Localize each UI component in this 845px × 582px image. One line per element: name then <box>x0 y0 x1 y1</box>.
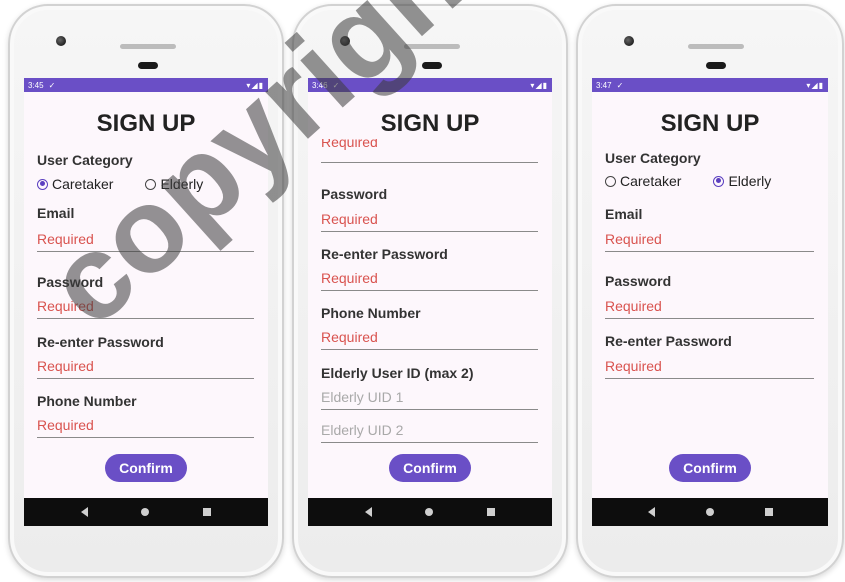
top-speaker <box>120 44 176 49</box>
reenter-password-label: Re-enter Password <box>321 246 448 262</box>
download-done-icon: ✓ <box>332 80 340 90</box>
user-category-label: User Category <box>37 152 133 168</box>
page-title: SIGN UP <box>96 110 196 137</box>
phone-number-field[interactable]: Required <box>37 414 254 438</box>
radio-elderly-label: Elderly <box>160 176 204 192</box>
signup-form: SIGN UP Required Password Required Re-en… <box>308 92 552 498</box>
confirm-button[interactable]: Confirm <box>389 454 471 482</box>
download-done-icon: ✓ <box>616 80 624 90</box>
email-required-text: Required <box>321 139 378 150</box>
signup-form: SIGN UP User Category Caretaker Elderly … <box>24 92 268 498</box>
page-title: SIGN UP <box>380 110 480 137</box>
recents-icon[interactable] <box>487 508 496 516</box>
phone-elderly-signup: 3:47 ✓ ▾◢▮ SIGN UP User Category Caretak… <box>576 4 844 578</box>
recents-icon[interactable] <box>764 508 773 516</box>
home-icon[interactable] <box>425 508 434 516</box>
password-label: Password <box>37 274 104 290</box>
radio-caretaker-label: Caretaker <box>52 176 114 192</box>
android-nav-bar <box>24 498 268 526</box>
reenter-password-label: Re-enter Password <box>37 334 164 350</box>
signup-form: SIGN UP User Category Caretaker Elderly … <box>592 92 828 498</box>
phone-number-field[interactable]: Required <box>321 326 538 350</box>
radio-checked-icon <box>713 175 725 187</box>
wifi-signal-battery-icon: ▾◢▮ <box>530 80 548 90</box>
earpiece <box>706 62 726 69</box>
radio-unchecked-icon <box>605 175 616 187</box>
status-time: 3:47 <box>596 80 612 90</box>
phone-number-label: Phone Number <box>37 393 137 409</box>
screen: 3:47 ✓ ▾◢▮ SIGN UP User Category Caretak… <box>592 78 828 526</box>
home-icon[interactable] <box>705 508 714 516</box>
radio-checked-icon <box>37 178 48 190</box>
user-category-radio-group: Caretaker Elderly <box>37 174 258 194</box>
elderly-uid-1-input[interactable]: Elderly UID 1 <box>321 386 538 410</box>
email-field[interactable]: Required <box>37 228 254 252</box>
status-bar: 3:47 ✓ ▾◢▮ <box>592 78 828 92</box>
radio-caretaker-label: Caretaker <box>620 173 682 189</box>
top-speaker <box>404 44 460 49</box>
user-category-label: User Category <box>605 150 701 166</box>
front-camera <box>340 36 350 46</box>
email-field-partial[interactable]: Required <box>321 139 538 163</box>
screen: 3:46 ✓ ▾◢▮ SIGN UP Required Password Req… <box>308 78 552 526</box>
user-category-radio-group: Caretaker Elderly <box>605 171 818 191</box>
screen: 3:45 ✓ ▾◢▮ SIGN UP User Category Caretak… <box>24 78 268 526</box>
page-title: SIGN UP <box>660 110 760 137</box>
download-done-icon: ✓ <box>48 80 56 90</box>
radio-elderly[interactable]: Elderly <box>713 173 771 189</box>
android-nav-bar <box>308 498 552 526</box>
elderly-uid-2-input[interactable]: Elderly UID 2 <box>321 419 538 443</box>
android-nav-bar <box>592 498 828 526</box>
email-label: Email <box>37 205 75 221</box>
password-field[interactable]: Required <box>605 295 814 319</box>
back-icon[interactable] <box>80 507 88 517</box>
recents-icon[interactable] <box>203 508 212 516</box>
front-camera <box>624 36 634 46</box>
reenter-password-field[interactable]: Required <box>605 355 814 379</box>
reenter-password-label: Re-enter Password <box>605 333 732 349</box>
email-field[interactable]: Required <box>605 228 814 252</box>
wifi-signal-battery-icon: ▾◢▮ <box>246 80 264 90</box>
radio-caretaker[interactable]: Caretaker <box>37 176 113 192</box>
status-bar: 3:46 ✓ ▾◢▮ <box>308 78 552 92</box>
password-field[interactable]: Required <box>37 295 254 319</box>
top-speaker <box>688 44 744 49</box>
password-field[interactable]: Required <box>321 208 538 232</box>
status-time: 3:46 <box>312 80 328 90</box>
status-bar: 3:45 ✓ ▾◢▮ <box>24 78 268 92</box>
status-time: 3:45 <box>28 80 44 90</box>
radio-elderly[interactable]: Elderly <box>145 176 203 192</box>
back-icon[interactable] <box>647 507 655 517</box>
wifi-signal-battery-icon: ▾◢▮ <box>806 80 824 90</box>
radio-elderly-label: Elderly <box>728 173 772 189</box>
radio-unchecked-icon <box>145 178 157 190</box>
reenter-password-field[interactable]: Required <box>321 267 538 291</box>
confirm-button[interactable]: Confirm <box>105 454 187 482</box>
elderly-user-id-label: Elderly User ID (max 2) <box>321 365 474 381</box>
earpiece <box>138 62 158 69</box>
email-label: Email <box>605 206 643 222</box>
back-icon[interactable] <box>364 507 372 517</box>
phone-number-label: Phone Number <box>321 305 421 321</box>
reenter-password-field[interactable]: Required <box>37 355 254 379</box>
password-label: Password <box>605 273 672 289</box>
front-camera <box>56 36 66 46</box>
phone-caretaker-signup: 3:45 ✓ ▾◢▮ SIGN UP User Category Caretak… <box>8 4 284 578</box>
confirm-button[interactable]: Confirm <box>669 454 751 482</box>
earpiece <box>422 62 442 69</box>
password-label: Password <box>321 186 388 202</box>
phone-caretaker-signup-scrolled: 3:46 ✓ ▾◢▮ SIGN UP Required Password Req… <box>292 4 568 578</box>
radio-caretaker[interactable]: Caretaker <box>605 173 681 189</box>
home-icon[interactable] <box>141 508 150 516</box>
